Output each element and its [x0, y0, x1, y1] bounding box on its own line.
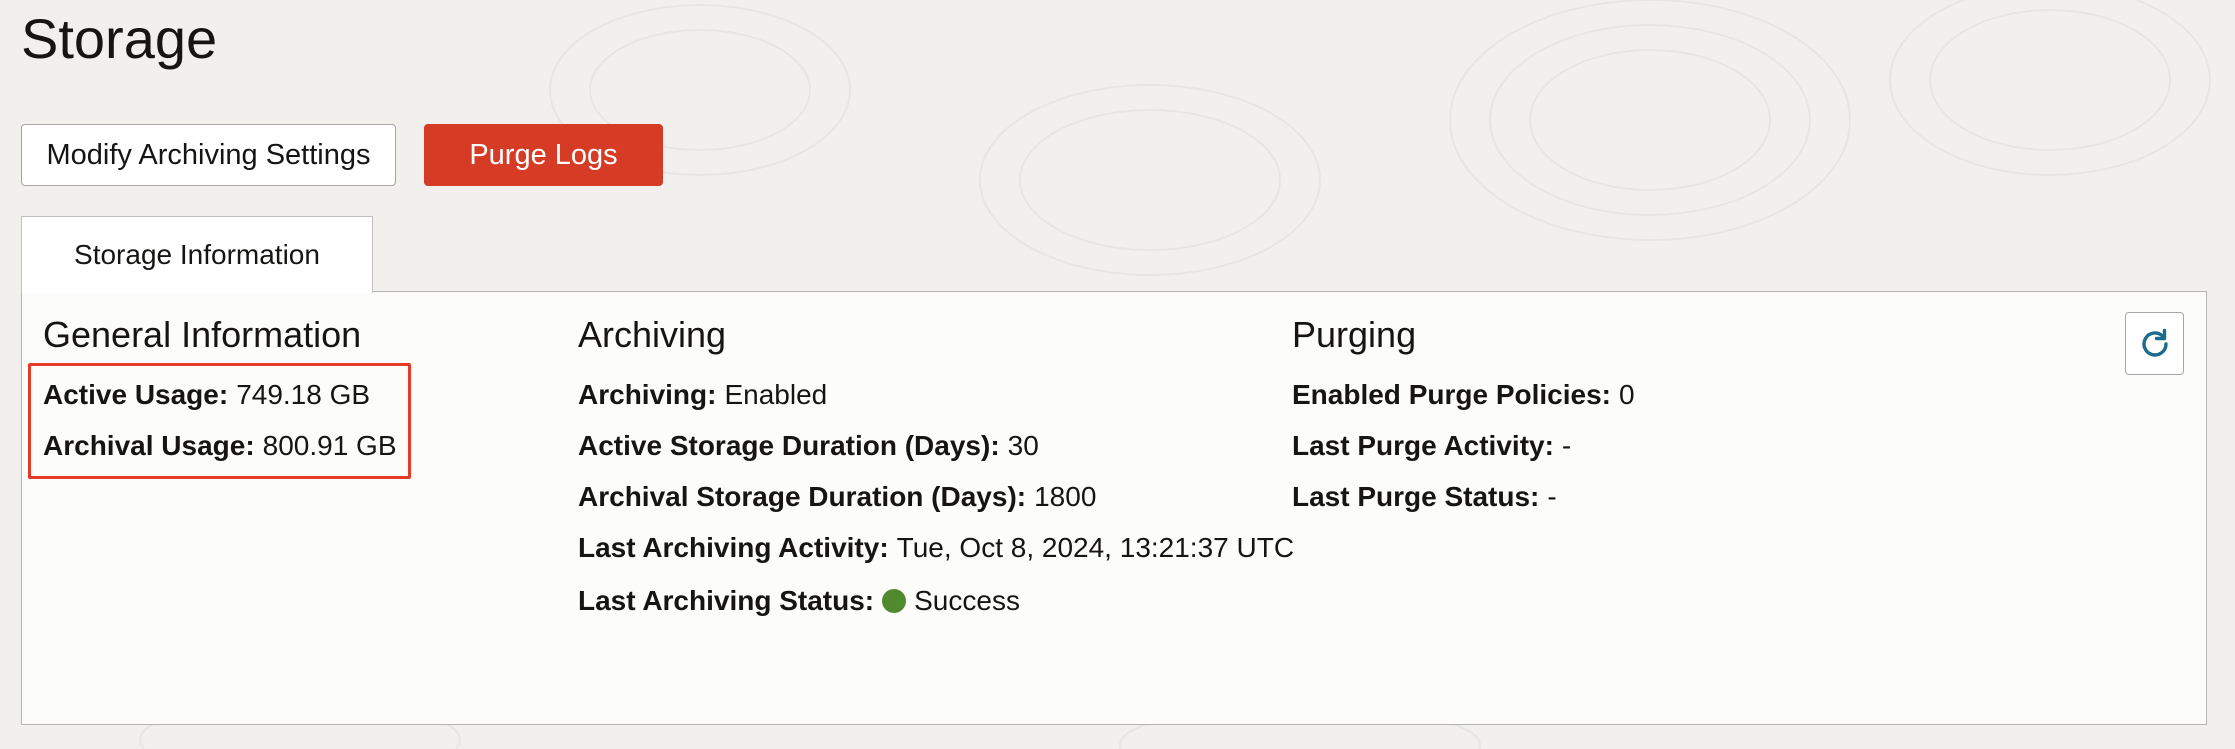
last-archiving-activity-label: Last Archiving Activity: — [578, 532, 889, 563]
enabled-purge-policies-row: Enabled Purge Policies: 0 — [1292, 378, 1635, 412]
refresh-icon — [2141, 328, 2168, 357]
last-archiving-activity-value: Tue, Oct 8, 2024, 13:21:37 UTC — [896, 532, 1295, 563]
last-archiving-status-label: Last Archiving Status: — [578, 585, 875, 616]
archival-storage-duration-label: Archival Storage Duration (Days): — [578, 481, 1027, 512]
archival-storage-duration-value: 1800 — [1034, 481, 1097, 512]
enabled-purge-policies-label: Enabled Purge Policies: — [1292, 379, 1611, 410]
success-status-icon — [882, 588, 907, 613]
last-archiving-activity-row: Last Archiving Activity: Tue, Oct 8, 202… — [578, 531, 1294, 565]
storage-information-panel — [21, 291, 2207, 725]
active-storage-duration-row: Active Storage Duration (Days): 30 — [578, 429, 1039, 463]
refresh-button[interactable] — [2125, 312, 2184, 375]
usage-highlight-box — [28, 363, 411, 479]
archiving-heading: Archiving — [578, 314, 727, 355]
archival-storage-duration-row: Archival Storage Duration (Days): 1800 — [578, 480, 1096, 514]
page-title: Storage — [21, 7, 218, 70]
modify-archiving-settings-button[interactable]: Modify Archiving Settings — [21, 124, 396, 186]
tab-storage-information[interactable]: Storage Information — [21, 216, 373, 293]
archiving-row: Archiving: Enabled — [578, 378, 827, 412]
active-storage-duration-value: 30 — [1007, 430, 1039, 461]
purging-heading: Purging — [1292, 314, 1417, 355]
archiving-value: Enabled — [724, 379, 828, 410]
general-information-heading: General Information — [43, 314, 362, 355]
last-purge-activity-value: - — [1561, 430, 1572, 461]
last-purge-status-value: - — [1547, 481, 1557, 512]
archiving-label: Archiving: — [578, 379, 717, 410]
last-purge-status-row: Last Purge Status: - — [1292, 480, 1557, 514]
last-archiving-status-value: Success — [914, 585, 1020, 616]
last-archiving-status-row: Last Archiving Status: Success — [578, 584, 1020, 618]
last-purge-status-label: Last Purge Status: — [1292, 481, 1540, 512]
last-purge-activity-label: Last Purge Activity: — [1292, 430, 1554, 461]
enabled-purge-policies-value: 0 — [1618, 379, 1635, 410]
active-storage-duration-label: Active Storage Duration (Days): — [578, 430, 1000, 461]
purge-logs-button[interactable]: Purge Logs — [424, 124, 663, 186]
last-purge-activity-row: Last Purge Activity: - — [1292, 429, 1571, 463]
